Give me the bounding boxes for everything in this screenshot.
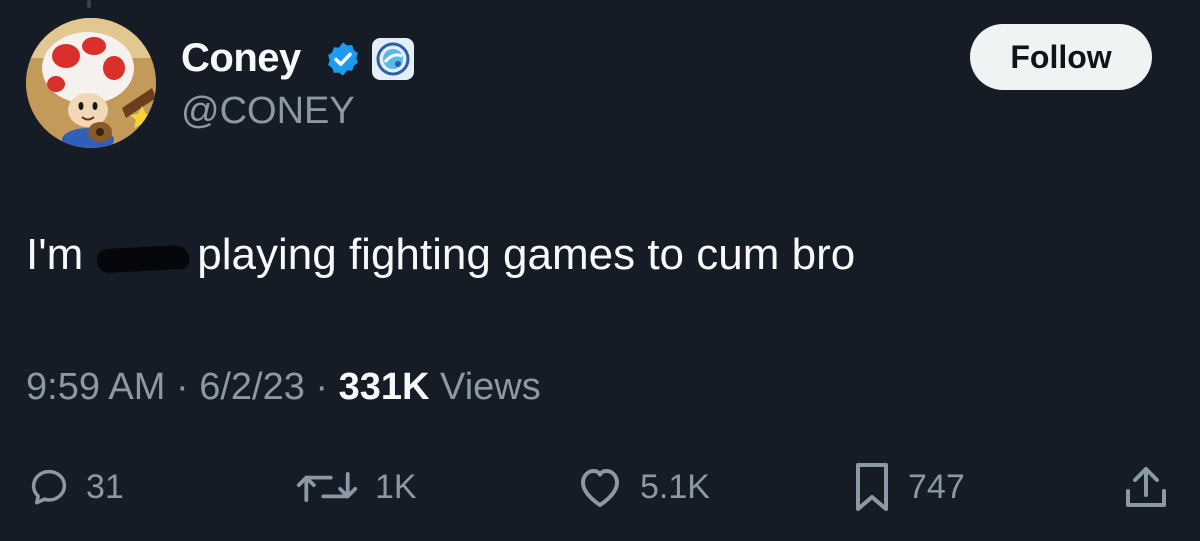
meta-separator: · bbox=[175, 366, 189, 408]
follow-button[interactable]: Follow bbox=[970, 24, 1152, 90]
repost-count: 1K bbox=[375, 467, 417, 506]
views-label: Views bbox=[440, 366, 541, 408]
reply-count: 31 bbox=[86, 467, 124, 506]
views-count: 331K bbox=[338, 366, 430, 408]
meta-separator: · bbox=[315, 366, 329, 408]
author-name[interactable]: Coney bbox=[181, 36, 301, 81]
like-button[interactable]: 5.1K bbox=[576, 455, 710, 519]
share-button[interactable] bbox=[1124, 455, 1168, 519]
avatar[interactable] bbox=[26, 18, 156, 148]
reply-icon bbox=[31, 469, 67, 505]
toad-character-avatar-icon bbox=[26, 18, 156, 148]
heart-icon bbox=[581, 469, 619, 507]
bookmark-icon bbox=[856, 463, 888, 511]
tweet-text-start: I'm bbox=[26, 230, 84, 279]
thread-connector-line bbox=[87, 0, 91, 8]
like-count: 5.1K bbox=[640, 467, 710, 506]
tweet-text: I'm playing fighting games to cum bro bbox=[26, 230, 855, 280]
bookmark-button[interactable]: 747 bbox=[852, 455, 965, 519]
tweet-actions-bar: 31 1K 5.1K 747 bbox=[0, 455, 1200, 519]
tweet-time[interactable]: 9:59 AM bbox=[26, 366, 165, 408]
tweet-metadata: 9:59 AM · 6/2/23 · 331K Views bbox=[26, 366, 541, 409]
reply-button[interactable]: 31 bbox=[28, 455, 124, 519]
repost-button[interactable]: 1K bbox=[295, 455, 417, 519]
tweet-card: Coney @CONEY Follow I'm playing fighting… bbox=[0, 0, 1200, 541]
tweet-text-end: playing fighting games to cum bro bbox=[197, 230, 856, 279]
tweet-date[interactable]: 6/2/23 bbox=[199, 366, 305, 408]
affiliate-logo-badge-icon[interactable] bbox=[372, 38, 414, 80]
verified-badge-icon[interactable] bbox=[324, 40, 362, 78]
redaction-scribble bbox=[96, 244, 190, 274]
repost-icon bbox=[296, 471, 358, 503]
author-handle[interactable]: @CONEY bbox=[181, 90, 355, 133]
share-icon bbox=[1126, 467, 1166, 507]
bookmark-count: 747 bbox=[908, 467, 965, 506]
